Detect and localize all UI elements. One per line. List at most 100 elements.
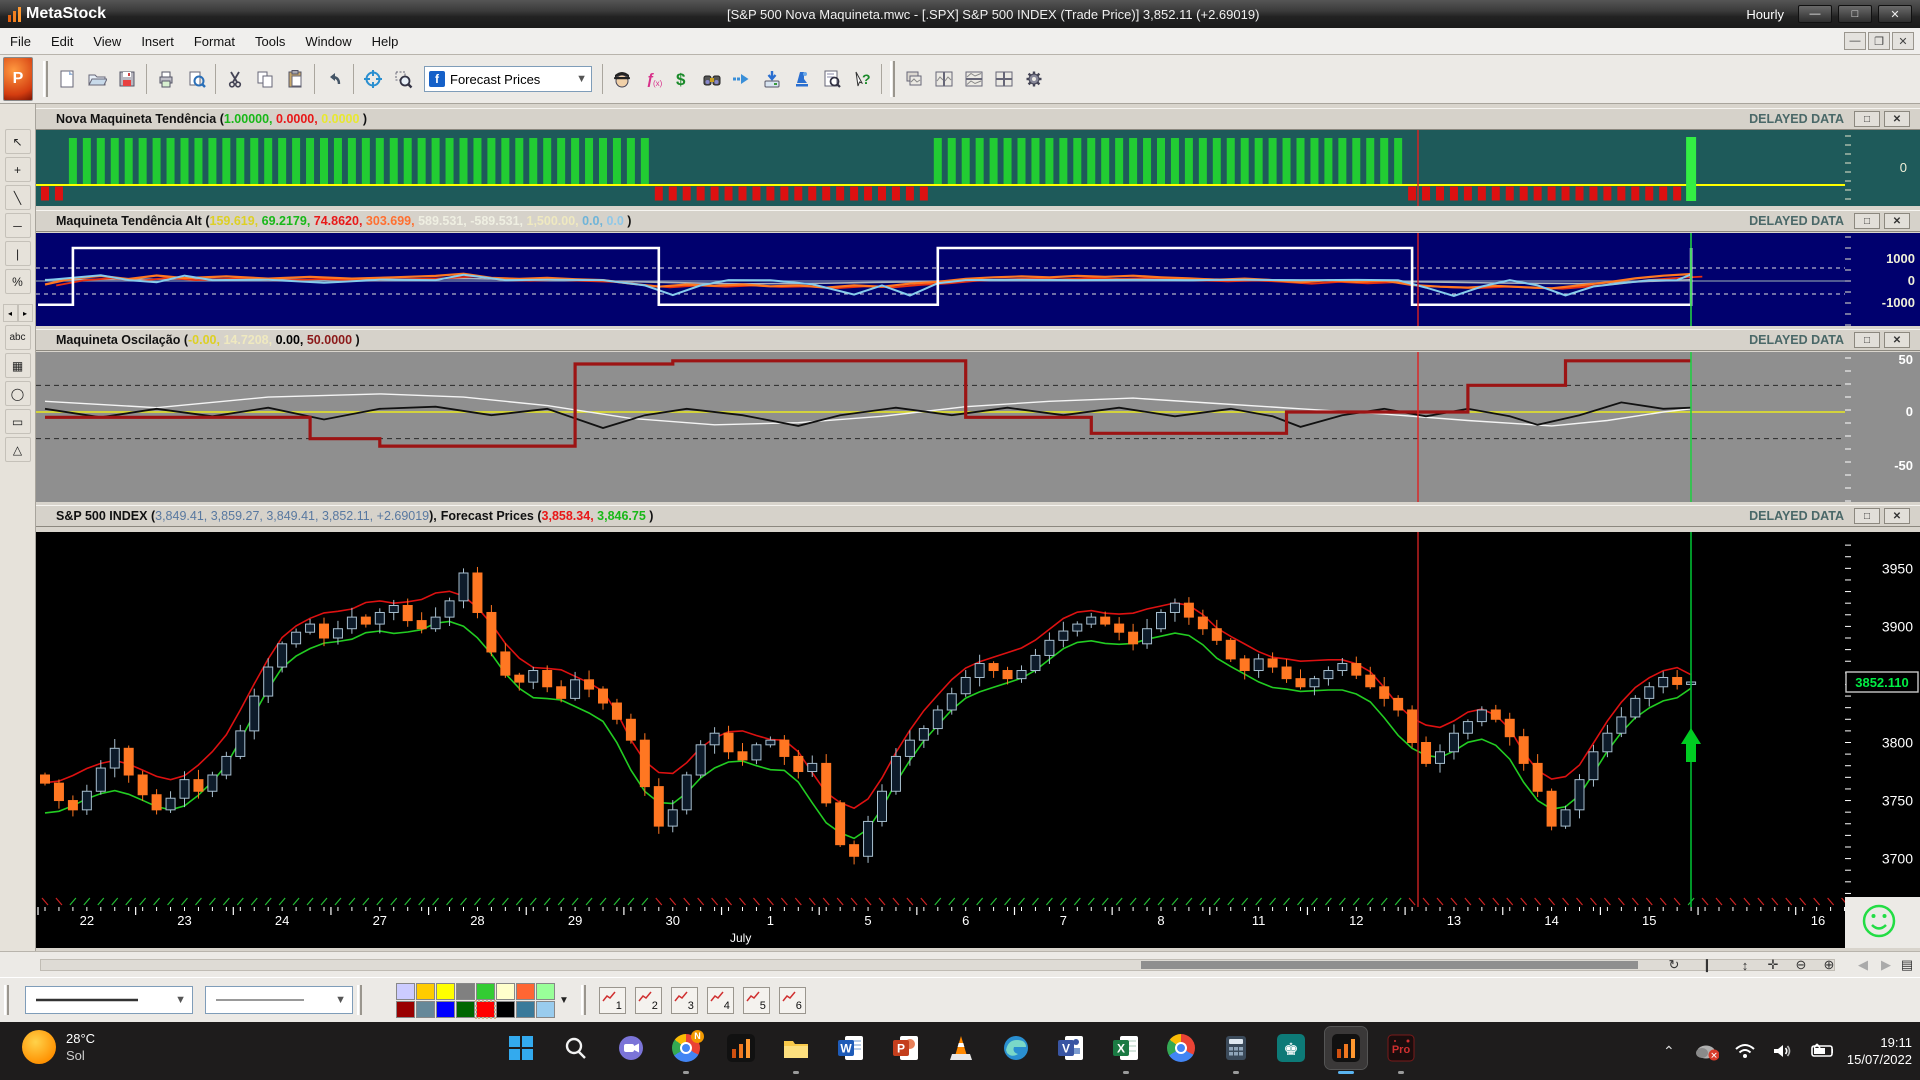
taskbar-file-explorer-icon[interactable] [775,1027,817,1069]
onedrive-error-icon[interactable]: ✕ [1695,1039,1719,1063]
print-icon[interactable] [152,64,180,94]
minimize-button[interactable]: — [1798,5,1832,23]
crosshair-icon[interactable] [359,64,387,94]
menu-format[interactable]: Format [184,30,245,53]
open-chart-icon[interactable] [83,64,111,94]
taskbar-calculator-icon[interactable] [1215,1027,1257,1069]
context-help-icon[interactable]: ? [848,64,876,94]
toolbar-grip[interactable] [581,985,586,1015]
zoom-out-icon[interactable]: ⊖ [1789,954,1813,976]
layout-template-2-button[interactable]: 2 [635,987,662,1014]
panel-header-price[interactable]: S&P 500 INDEX (3,849.41, 3,859.27, 3,849… [36,505,1920,527]
taskbar-metastock-pro-icon[interactable]: Pro [1380,1027,1422,1069]
maximize-button[interactable]: □ [1838,5,1872,23]
color-swatch[interactable] [516,1001,535,1018]
taskbar-chrome-icon[interactable]: N [665,1027,707,1069]
forward-arrow-icon[interactable] [728,64,756,94]
save-chart-icon[interactable] [113,64,141,94]
panel-close-button[interactable]: ✕ [1884,332,1910,348]
weather-widget[interactable]: 28°C Sol [22,1030,95,1064]
taskbar-metastock-icon[interactable] [720,1027,762,1069]
line-weight-select[interactable]: ▼ [205,986,353,1014]
taskbar-chess-icon[interactable]: ♚ [1270,1027,1312,1069]
undo-icon[interactable] [320,64,348,94]
panel-close-button[interactable]: ✕ [1884,111,1910,127]
copy-icon[interactable] [251,64,279,94]
single-bar-icon[interactable]: ❙ [1695,954,1719,976]
layout-template-4-button[interactable]: 4 [707,987,734,1014]
taskbar-powerpoint-icon[interactable]: P [885,1027,927,1069]
menu-tools[interactable]: Tools [245,30,295,53]
child-restore-button[interactable]: ❐ [1868,32,1890,50]
toolbar-grip[interactable] [4,985,9,1015]
layout-template-5-button[interactable]: 5 [743,987,770,1014]
layout-template-6-button[interactable]: 6 [779,987,806,1014]
color-swatch[interactable] [476,983,495,1000]
new-chart-icon[interactable] [53,64,81,94]
panel-header-tendencia-alt[interactable]: Maquineta Tendência Alt (159.619, 69.217… [36,210,1920,232]
crosshair-tool-icon[interactable]: + [5,157,31,182]
chart-panel-tendencia-alt[interactable] [36,233,1845,326]
enhanced-system-tester-icon[interactable] [788,64,816,94]
cascade-windows-icon[interactable] [900,64,928,94]
taskbar-word-icon[interactable]: W [830,1027,872,1069]
taskbar-visio-icon[interactable]: V [1050,1027,1092,1069]
rectangle-tool-icon[interactable]: ▭ [5,409,31,434]
color-swatch[interactable] [536,983,555,1000]
scroll-right-icon[interactable]: ▸ [18,304,33,322]
close-button[interactable]: ✕ [1878,5,1912,23]
child-close-button[interactable]: ✕ [1892,32,1914,50]
print-preview-icon[interactable] [182,64,210,94]
panel-restore-button[interactable]: □ [1854,111,1880,127]
menu-edit[interactable]: Edit [41,30,83,53]
tile-vertical-icon[interactable] [930,64,958,94]
refresh-icon[interactable]: ↻ [1662,954,1686,976]
menu-help[interactable]: Help [362,30,409,53]
color-swatch[interactable] [396,1001,415,1018]
panel-header-oscilacao[interactable]: Maquineta Oscilação (-0.00, 14.7208, 0.0… [36,329,1920,351]
line-style-select[interactable]: ▼ [25,986,193,1014]
color-swatch[interactable] [476,1001,495,1018]
palette-dropdown-icon[interactable]: ▼ [559,995,569,1006]
menu-window[interactable]: Window [295,30,361,53]
paste-icon[interactable] [281,64,309,94]
taskbar-clock[interactable]: 19:11 15/07/2022 [1847,1034,1912,1068]
taskbar-teams-icon[interactable] [610,1027,652,1069]
color-swatch[interactable] [496,1001,515,1018]
vertical-scale-icon[interactable]: ↕ [1733,954,1757,976]
layout-template-1-button[interactable]: 1 [599,987,626,1014]
color-swatch[interactable] [436,983,455,1000]
toolbar-grip[interactable] [43,61,48,97]
panel-restore-button[interactable]: □ [1854,508,1880,524]
taskbar-vlc-icon[interactable] [940,1027,982,1069]
taskbar-excel-icon[interactable]: X [1105,1027,1147,1069]
menu-insert[interactable]: Insert [131,30,184,53]
horizontal-scrollbar[interactable] [40,959,1835,971]
yaxis-tendencia-alt[interactable]: 10000-1000 [1845,233,1920,326]
toolbar-grip[interactable] [890,61,895,97]
wifi-icon[interactable] [1733,1039,1757,1063]
x-axis[interactable]: 2223242728293015678111213141516 [36,897,1845,928]
grid-tool-icon[interactable]: ▦ [5,353,31,378]
pan-icon[interactable]: ✛ [1761,954,1785,976]
taskbar-search-icon[interactable] [555,1027,597,1069]
color-swatch[interactable] [516,983,535,1000]
panel-header-tendencia[interactable]: Nova Maquineta Tendência (1.00000, 0.000… [36,108,1920,130]
panel-restore-button[interactable]: □ [1854,332,1880,348]
color-swatch[interactable] [436,1001,455,1018]
options-gear-icon[interactable] [1020,64,1048,94]
volume-icon[interactable] [1771,1039,1795,1063]
trendline-tool-icon[interactable]: ╲ [5,185,31,210]
chart-panel-price[interactable] [36,532,1845,897]
color-swatch[interactable] [496,983,515,1000]
percent-tool-icon[interactable]: % [5,269,31,294]
report-icon[interactable] [818,64,846,94]
color-swatch[interactable] [416,1001,435,1018]
panel-close-button[interactable]: ✕ [1884,213,1910,229]
pointer-tool-icon[interactable]: ↖ [5,129,31,154]
tray-chevron-up-icon[interactable]: ⌃ [1657,1039,1681,1063]
indicator-quicklist-select[interactable]: fForecast Prices▼ [424,66,592,92]
horizontal-line-tool-icon[interactable]: ─ [5,213,31,238]
downloader-icon[interactable] [758,64,786,94]
page-back-icon[interactable]: ◀ [1851,954,1875,976]
